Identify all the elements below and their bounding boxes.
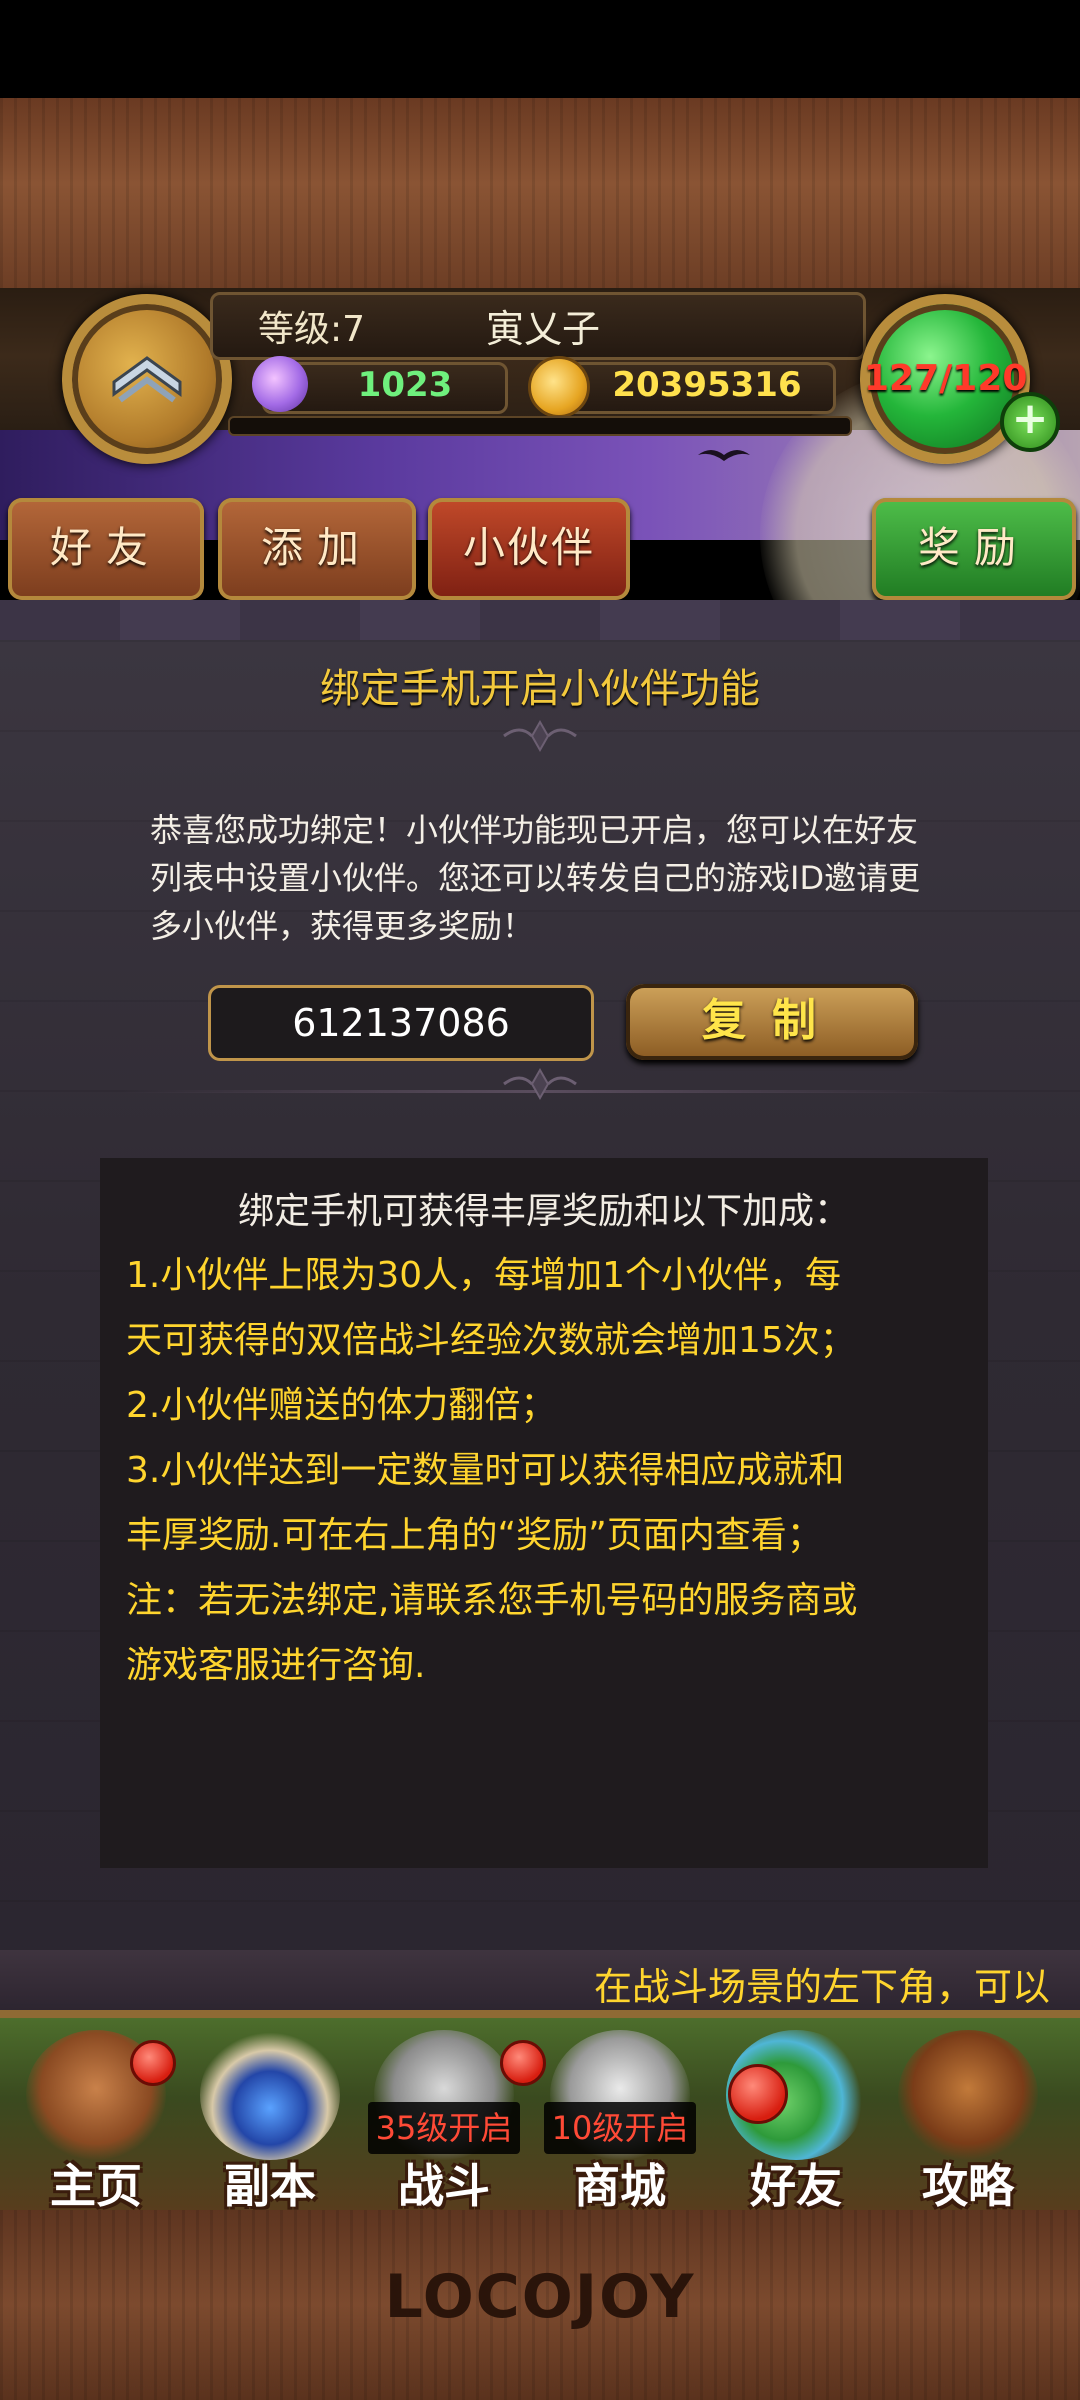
bonus-line: 丰厚奖励.可在右上角的“奖励”页面内查看； [126, 1515, 823, 1556]
gold-value: 20395316 [612, 365, 802, 405]
ornament-divider-icon [503, 719, 577, 753]
bonus-line: 1.小伙伴上限为30人，每增加1个小伙伴，每 [126, 1255, 842, 1296]
tab-friends[interactable]: 好友 [8, 498, 204, 600]
bonus-line: 2.小伙伴赠送的体力翻倍； [126, 1385, 557, 1426]
add-energy-button[interactable]: + [1000, 392, 1060, 452]
tab-partner[interactable]: 小伙伴 [428, 498, 630, 600]
nav-shop[interactable]: 10级开启 商城 [536, 2030, 704, 2213]
copy-button[interactable]: 复制 [626, 984, 918, 1060]
nav-label: 好友 [750, 2159, 842, 2213]
nav-label: 战斗 [398, 2159, 490, 2213]
ticker-text: 在战斗场景的左下角，可以 [594, 1965, 1051, 2009]
nav-label: 副本 [224, 2159, 316, 2213]
bonus-line: 天可获得的双倍战斗经验次数就会增加15次； [126, 1320, 856, 1361]
nav-label: 商城 [574, 2159, 666, 2213]
nav-battle[interactable]: 35级开启 战斗 [360, 2030, 546, 2213]
bonus-line: 游戏客服进行咨询. [126, 1645, 426, 1686]
bonus-line: 注：若无法绑定,请联系您手机号码的服务商或 [126, 1580, 858, 1621]
experience-bar [228, 416, 852, 436]
game-id-field[interactable]: 612137086 [208, 985, 594, 1061]
notification-dot [130, 2040, 176, 2086]
nav-friends[interactable]: 好友 [712, 2030, 880, 2213]
tab-reward[interactable]: 奖励 [872, 498, 1076, 600]
nav-home[interactable]: 主页 [12, 2030, 180, 2213]
tab-add[interactable]: 添加 [218, 498, 416, 600]
notification-dot [728, 2064, 788, 2124]
panel-title: 绑定手机开启小伙伴功能 [320, 666, 760, 712]
gem-value: 1023 [357, 365, 453, 405]
lock-label: 10级开启 [544, 2102, 696, 2154]
bat-icon [698, 450, 750, 461]
nav-guide[interactable]: 攻略 [884, 2030, 1052, 2213]
energy-value: 127/120 [864, 358, 1028, 399]
nav-label: 主页 [50, 2159, 142, 2213]
bonus-line: 3.小伙伴达到一定数量时可以获得相应成就和 [126, 1450, 845, 1491]
level-label: 等级:7 [258, 309, 366, 350]
ornament-divider-icon [503, 1067, 577, 1101]
status-bar [0, 0, 1080, 98]
nav-dungeon[interactable]: 副本 [186, 2030, 354, 2213]
intro-text: 恭喜您成功绑定！小伙伴功能现已开启，您可以在好友列表中设置小伙伴。您还可以转发自… [150, 811, 921, 945]
lock-label: 35级开启 [368, 2102, 520, 2154]
player-name: 寅乂子 [486, 307, 601, 351]
gold-coin-icon [528, 356, 590, 418]
bonus-heading: 绑定手机可获得丰厚奖励和以下加成： [237, 1191, 850, 1232]
rank-chevron-icon [112, 356, 182, 403]
gem-icon [252, 356, 308, 412]
locojoy-logo: LOCOJOY [384, 2262, 696, 2332]
book-icon [898, 2030, 1038, 2160]
top-wood-banner [0, 98, 1080, 288]
rank-orb[interactable] [62, 294, 232, 464]
nav-label: 攻略 [922, 2159, 1014, 2213]
skull-orb-icon [200, 2030, 340, 2160]
